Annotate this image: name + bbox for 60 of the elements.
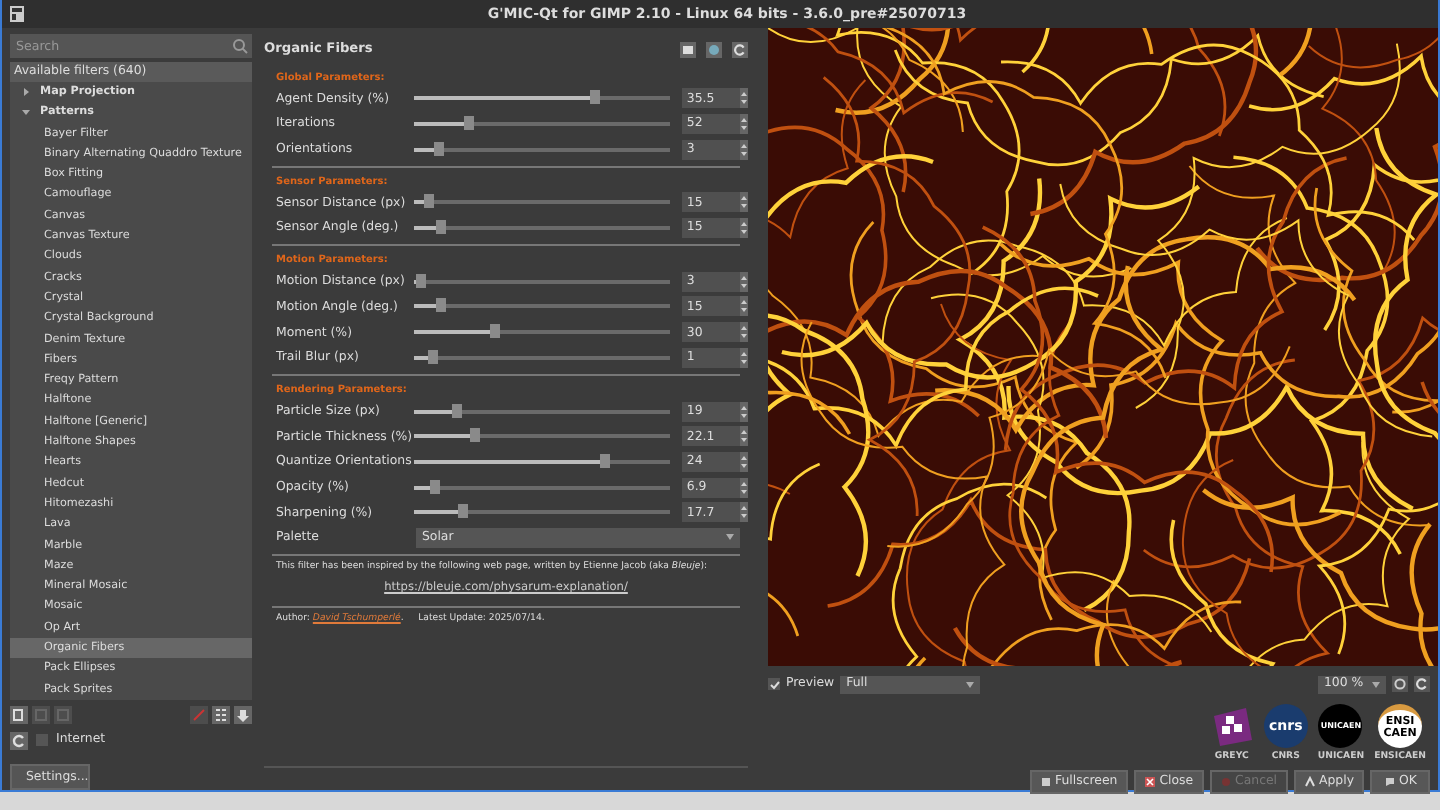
expand-arrow-icon[interactable]: [22, 88, 30, 97]
slider-track[interactable]: [414, 200, 671, 205]
slider-thumb[interactable]: [489, 324, 500, 339]
slider-track[interactable]: [414, 96, 671, 101]
slider-track[interactable]: [414, 147, 671, 152]
spin-arrows-icon[interactable]: [740, 139, 748, 160]
close-icon: [1143, 776, 1156, 788]
slider-thumb[interactable]: [589, 90, 600, 105]
spin-arrows-icon[interactable]: [740, 347, 748, 368]
internet-checkbox[interactable]: [36, 734, 48, 746]
slider-track[interactable]: [414, 122, 671, 127]
spin-arrows-icon[interactable]: [740, 401, 748, 422]
layers-icon[interactable]: [680, 42, 696, 58]
search-icon: [232, 38, 248, 54]
slider-track[interactable]: [414, 409, 671, 414]
caret-icon: [1372, 681, 1380, 687]
caret-icon: [966, 681, 975, 687]
slider-thumb[interactable]: [428, 349, 439, 364]
slider-track[interactable]: [414, 510, 671, 515]
ok-icon: [1383, 776, 1396, 788]
spin-arrows-icon[interactable]: [740, 88, 748, 109]
spin-arrows-icon[interactable]: [740, 271, 748, 292]
fullscreen-icon: [1039, 776, 1052, 788]
spin-arrows-icon[interactable]: [740, 477, 748, 498]
download-icon[interactable]: [234, 706, 252, 724]
slider-thumb[interactable]: [430, 479, 441, 494]
slider-track[interactable]: [414, 330, 671, 335]
slider-track[interactable]: [414, 459, 671, 464]
spin-arrows-icon[interactable]: [740, 192, 748, 213]
list-view-icon[interactable]: [212, 706, 230, 724]
slider-thumb[interactable]: [458, 504, 469, 519]
slider-track[interactable]: [414, 434, 671, 439]
slider-track[interactable]: [414, 304, 671, 309]
apply-icon: [1303, 776, 1316, 788]
spin-arrows-icon[interactable]: [740, 296, 748, 317]
caret-icon: [726, 534, 734, 541]
spin-arrows-icon[interactable]: [740, 426, 748, 447]
slider-track[interactable]: [414, 485, 671, 490]
refresh-icon[interactable]: [1414, 676, 1430, 692]
cancel-icon: [1219, 776, 1232, 788]
spin-arrows-icon[interactable]: [740, 502, 748, 523]
slider-thumb[interactable]: [433, 141, 444, 156]
add-favorite-icon[interactable]: [10, 706, 28, 724]
collapse-arrow-icon[interactable]: [22, 108, 30, 117]
slider-thumb[interactable]: [464, 116, 475, 131]
app-icon: [10, 6, 24, 22]
spin-arrows-icon[interactable]: [740, 451, 748, 472]
reset-icon[interactable]: [732, 42, 748, 58]
preview-checkbox[interactable]: [768, 678, 780, 690]
slider-track[interactable]: [414, 355, 671, 360]
slider-track[interactable]: [414, 279, 671, 284]
slider-thumb[interactable]: [600, 453, 611, 468]
spin-arrows-icon[interactable]: [740, 114, 748, 135]
refresh-icon[interactable]: [10, 731, 28, 749]
checkmark-icon: [769, 679, 779, 689]
zoom-reset-icon[interactable]: [1392, 676, 1408, 692]
slider-track[interactable]: [414, 226, 671, 231]
spin-arrows-icon[interactable]: [740, 218, 748, 239]
logo-icon: [1209, 704, 1254, 749]
spin-arrows-icon[interactable]: [740, 322, 748, 343]
